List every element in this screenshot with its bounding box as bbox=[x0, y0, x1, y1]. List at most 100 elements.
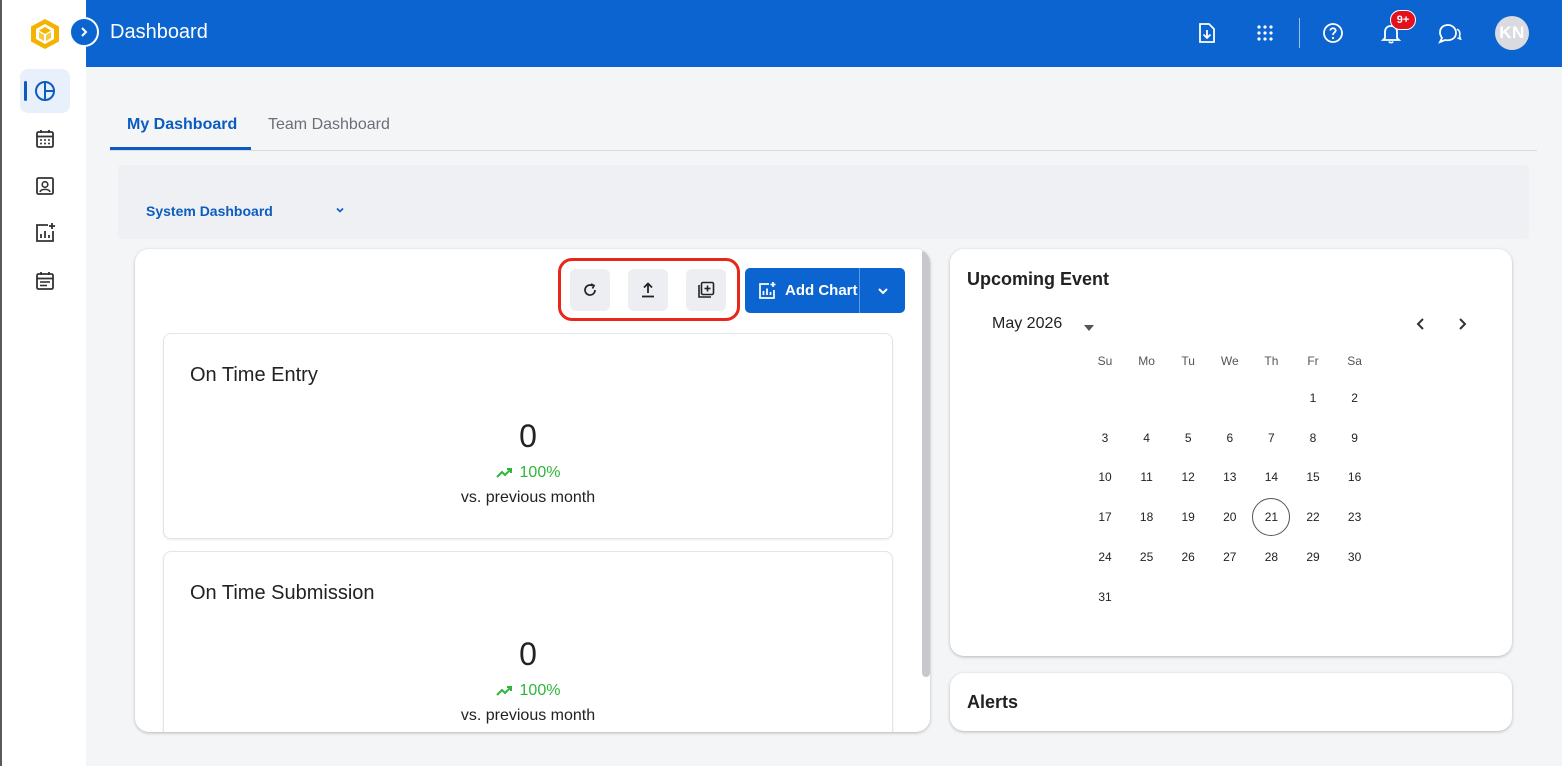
calendar-day[interactable]: 6 bbox=[1211, 419, 1249, 457]
calendar-day[interactable]: 23 bbox=[1336, 498, 1374, 536]
weekday-header: Sa bbox=[1347, 354, 1362, 368]
chevron-right-icon bbox=[81, 27, 88, 37]
calendar-day[interactable]: 2 bbox=[1336, 379, 1374, 417]
chevron-left-icon bbox=[1416, 318, 1424, 330]
calendar-day[interactable]: 12 bbox=[1169, 458, 1207, 496]
sidebar-item-profile[interactable] bbox=[20, 164, 70, 208]
card-value: 0 bbox=[519, 636, 537, 672]
month-year-select[interactable]: May 2026 bbox=[992, 315, 1062, 333]
user-avatar[interactable]: KN bbox=[1495, 16, 1529, 50]
charts-panel: Add Chart On Time Entry 0 100% vs. previ… bbox=[135, 249, 930, 732]
chevron-down-icon bbox=[336, 207, 344, 213]
help-icon bbox=[1323, 23, 1343, 43]
weekday-header: Fr bbox=[1307, 354, 1319, 368]
add-chart-icon bbox=[36, 223, 55, 242]
calendar-day[interactable]: 28 bbox=[1252, 538, 1290, 576]
calendar-day[interactable]: 4 bbox=[1128, 419, 1166, 457]
calendar-day[interactable]: 10 bbox=[1086, 458, 1124, 496]
calendar-day[interactable]: 15 bbox=[1294, 458, 1332, 496]
panel-title: Upcoming Event bbox=[967, 269, 1110, 289]
notification-badge: 9+ bbox=[1390, 10, 1416, 30]
weekday-header: We bbox=[1220, 354, 1239, 368]
chevron-right-icon bbox=[1459, 318, 1467, 330]
upload-button[interactable] bbox=[628, 269, 668, 311]
calendar-day[interactable]: 26 bbox=[1169, 538, 1207, 576]
calendar-day[interactable]: 19 bbox=[1169, 498, 1207, 536]
card-title: On Time Submission bbox=[190, 582, 375, 604]
active-tab-indicator bbox=[110, 147, 251, 150]
refresh-button[interactable] bbox=[570, 269, 610, 311]
dashboard-tabs: My Dashboard Team Dashboard bbox=[110, 102, 1537, 151]
next-month-button[interactable] bbox=[1450, 312, 1474, 336]
calendar-day[interactable]: 1 bbox=[1294, 379, 1332, 417]
top-bar: Dashboard 9+ KN bbox=[86, 0, 1562, 67]
calendar-day[interactable]: 7 bbox=[1252, 419, 1290, 457]
card-trend: 100% bbox=[164, 682, 892, 700]
calendar-day[interactable]: 14 bbox=[1252, 458, 1290, 496]
weekday-header: Tu bbox=[1181, 354, 1195, 368]
card-comparison: vs. previous month bbox=[460, 707, 596, 724]
card-trend-value: 100% bbox=[519, 682, 561, 699]
tab-team-dashboard[interactable]: Team Dashboard bbox=[268, 116, 390, 134]
card-trend-value: 100% bbox=[519, 464, 561, 481]
chat-bubbles-icon bbox=[1438, 24, 1462, 44]
calendar-day[interactable]: 25 bbox=[1128, 538, 1166, 576]
kpi-card-on-time-entry: On Time Entry 0 100% vs. previous month bbox=[163, 333, 893, 539]
weekday-header: Th bbox=[1264, 354, 1279, 368]
tab-my-dashboard[interactable]: My Dashboard bbox=[127, 116, 237, 134]
file-download-icon bbox=[1199, 23, 1215, 43]
calendar-day[interactable]: 8 bbox=[1294, 419, 1332, 457]
calendar-day[interactable]: 17 bbox=[1086, 498, 1124, 536]
dashboard-selector-bar: System Dashboard bbox=[118, 165, 1529, 239]
library-add-icon bbox=[698, 281, 715, 298]
calendar-day[interactable]: 18 bbox=[1128, 498, 1166, 536]
month-select-toggle[interactable] bbox=[1083, 319, 1095, 337]
calendar-day[interactable]: 3 bbox=[1086, 419, 1124, 457]
calendar-day[interactable]: 13 bbox=[1211, 458, 1249, 496]
add-chart-label: Add Chart bbox=[785, 282, 858, 299]
calendar-day[interactable]: 22 bbox=[1294, 498, 1332, 536]
calendar-day[interactable]: 11 bbox=[1128, 458, 1166, 496]
add-to-library-button[interactable] bbox=[686, 269, 726, 311]
add-chart-button[interactable]: Add Chart bbox=[745, 268, 859, 313]
calendar-day[interactable]: 29 bbox=[1294, 538, 1332, 576]
app-logo[interactable] bbox=[28, 17, 62, 51]
add-chart-icon bbox=[759, 281, 776, 299]
weekday-header: Mo bbox=[1138, 354, 1155, 368]
calendar-day[interactable]: 24 bbox=[1086, 538, 1124, 576]
upload-icon bbox=[642, 282, 654, 298]
sidebar bbox=[0, 0, 86, 766]
panel-scrollbar[interactable] bbox=[922, 249, 930, 677]
calendar-day-today[interactable]: 21 bbox=[1252, 498, 1291, 537]
sidebar-item-dashboard[interactable] bbox=[20, 69, 70, 113]
calendar-day[interactable]: 16 bbox=[1336, 458, 1374, 496]
chevron-down-icon bbox=[877, 287, 888, 294]
dashboard-select[interactable]: System Dashboard bbox=[146, 203, 273, 219]
page-title: Dashboard bbox=[110, 21, 208, 43]
calendar-day[interactable]: 5 bbox=[1169, 419, 1207, 457]
calendar-day[interactable]: 20 bbox=[1211, 498, 1249, 536]
sidebar-item-schedule[interactable] bbox=[20, 259, 70, 303]
sidebar-item-reports[interactable] bbox=[20, 211, 70, 255]
pie-chart-icon bbox=[35, 81, 55, 101]
upcoming-event-panel: Upcoming Event May 2026 Su Mo Tu We Th Fr Sa 1 2… bbox=[950, 249, 1512, 656]
sidebar-item-calendar[interactable] bbox=[20, 117, 70, 161]
help-button[interactable] bbox=[1318, 18, 1348, 48]
panel-title: Alerts bbox=[967, 692, 1019, 712]
apps-menu-button[interactable] bbox=[1250, 18, 1280, 48]
weekday-header: Su bbox=[1097, 354, 1113, 368]
calendar-day[interactable]: 27 bbox=[1211, 538, 1249, 576]
trending-up-icon bbox=[495, 686, 512, 696]
previous-month-button[interactable] bbox=[1409, 312, 1433, 336]
chat-button[interactable] bbox=[1435, 18, 1465, 48]
add-chart-split-button: Add Chart bbox=[745, 268, 905, 313]
add-chart-dropdown-button[interactable] bbox=[860, 268, 905, 313]
event-note-icon bbox=[36, 272, 54, 290]
dashboard-select-toggle[interactable] bbox=[334, 203, 346, 221]
calendar-day[interactable]: 30 bbox=[1336, 538, 1374, 576]
calendar-day[interactable]: 9 bbox=[1336, 419, 1374, 457]
sidebar-expand-button[interactable] bbox=[69, 17, 99, 47]
download-report-button[interactable] bbox=[1192, 18, 1222, 48]
calendar-day[interactable]: 31 bbox=[1086, 578, 1124, 616]
card-title: On Time Entry bbox=[190, 364, 318, 386]
